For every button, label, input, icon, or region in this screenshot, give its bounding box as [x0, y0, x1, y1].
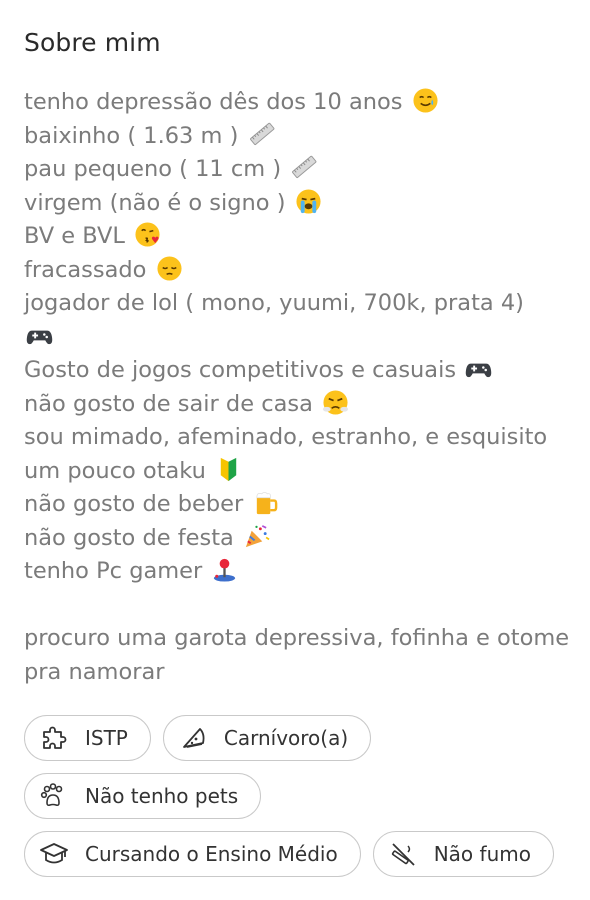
chip-diet[interactable]: Carnívoro(a): [162, 715, 372, 761]
smiling-face-with-tear-icon: [413, 88, 438, 113]
chip-smoking[interactable]: Não fumo: [372, 831, 554, 877]
bio-line: um pouco otaku: [24, 455, 574, 489]
ruler-icon: [249, 122, 274, 145]
chip-row: ISTP Carnívoro(a): [24, 715, 574, 761]
bio-spacer: [24, 589, 574, 623]
party-popper-icon: [245, 524, 270, 547]
pizza-slice-icon: [182, 728, 205, 748]
japanese-beginner-symbol-icon: [220, 457, 237, 481]
no-smoking-icon: [391, 843, 415, 866]
chip-row: Não tenho pets: [24, 773, 574, 819]
graduation-cap-icon: [40, 843, 68, 864]
bio-line: não gosto de festa: [24, 522, 574, 556]
chip-personality[interactable]: ISTP: [24, 715, 151, 761]
bio-line: fracassado: [24, 254, 574, 288]
bio-closing: procuro uma garota depressiva, fofinha e…: [24, 625, 570, 685]
paw-icon: [40, 783, 63, 807]
bio-line: jogador de lol ( mono, yuumi, 700k, prat…: [24, 287, 574, 354]
profile-tags: ISTP Carnívoro(a) Não tenho pets Cursand…: [24, 715, 574, 889]
chip-label: Carnívoro(a): [223, 726, 349, 750]
puzzle-icon: [43, 726, 67, 749]
section-title: Sobre mim: [24, 28, 161, 57]
chip-row: Cursando o Ensino Médio Não fumo: [24, 831, 574, 877]
bio-line: não gosto de sair de casa: [24, 388, 574, 422]
chip-label: Não tenho pets: [85, 784, 239, 808]
bio-line: virgem (não é o signo ): [24, 187, 574, 221]
bio-text: tenho depressão dês dos 10 anos baixinho…: [24, 86, 574, 689]
chip-label: Não fumo: [433, 842, 531, 866]
chip-education[interactable]: Cursando o Ensino Médio: [24, 831, 361, 877]
bio-line: sou mimado, afeminado, estranho, e esqui…: [24, 424, 548, 450]
chip-label: Cursando o Ensino Médio: [85, 842, 338, 866]
face-blowing-kiss-icon: [135, 222, 160, 247]
bio-line: não gosto de beber: [24, 488, 574, 522]
bio-line: tenho depressão dês dos 10 anos: [24, 86, 574, 120]
face-with-steam-icon: [322, 389, 349, 415]
bio-line: pau pequeno ( 11 cm ): [24, 153, 574, 187]
chip-pets[interactable]: Não tenho pets: [24, 773, 262, 819]
pensive-face-icon: [157, 255, 182, 281]
bio-line: tenho Pc gamer: [24, 555, 574, 589]
chip-label: ISTP: [85, 726, 128, 750]
video-game-icon: [26, 330, 53, 344]
joystick-icon: [214, 558, 236, 582]
bio-line: Gosto de jogos competitivos e casuais: [24, 354, 574, 388]
ruler-icon: [292, 155, 317, 178]
loudly-crying-face-icon: [296, 188, 321, 214]
bio-line: BV e BVL: [24, 220, 574, 254]
video-game-icon: [465, 363, 492, 378]
bio-line: baixinho ( 1.63 m ): [24, 120, 574, 154]
beer-mug-icon: [256, 491, 278, 515]
